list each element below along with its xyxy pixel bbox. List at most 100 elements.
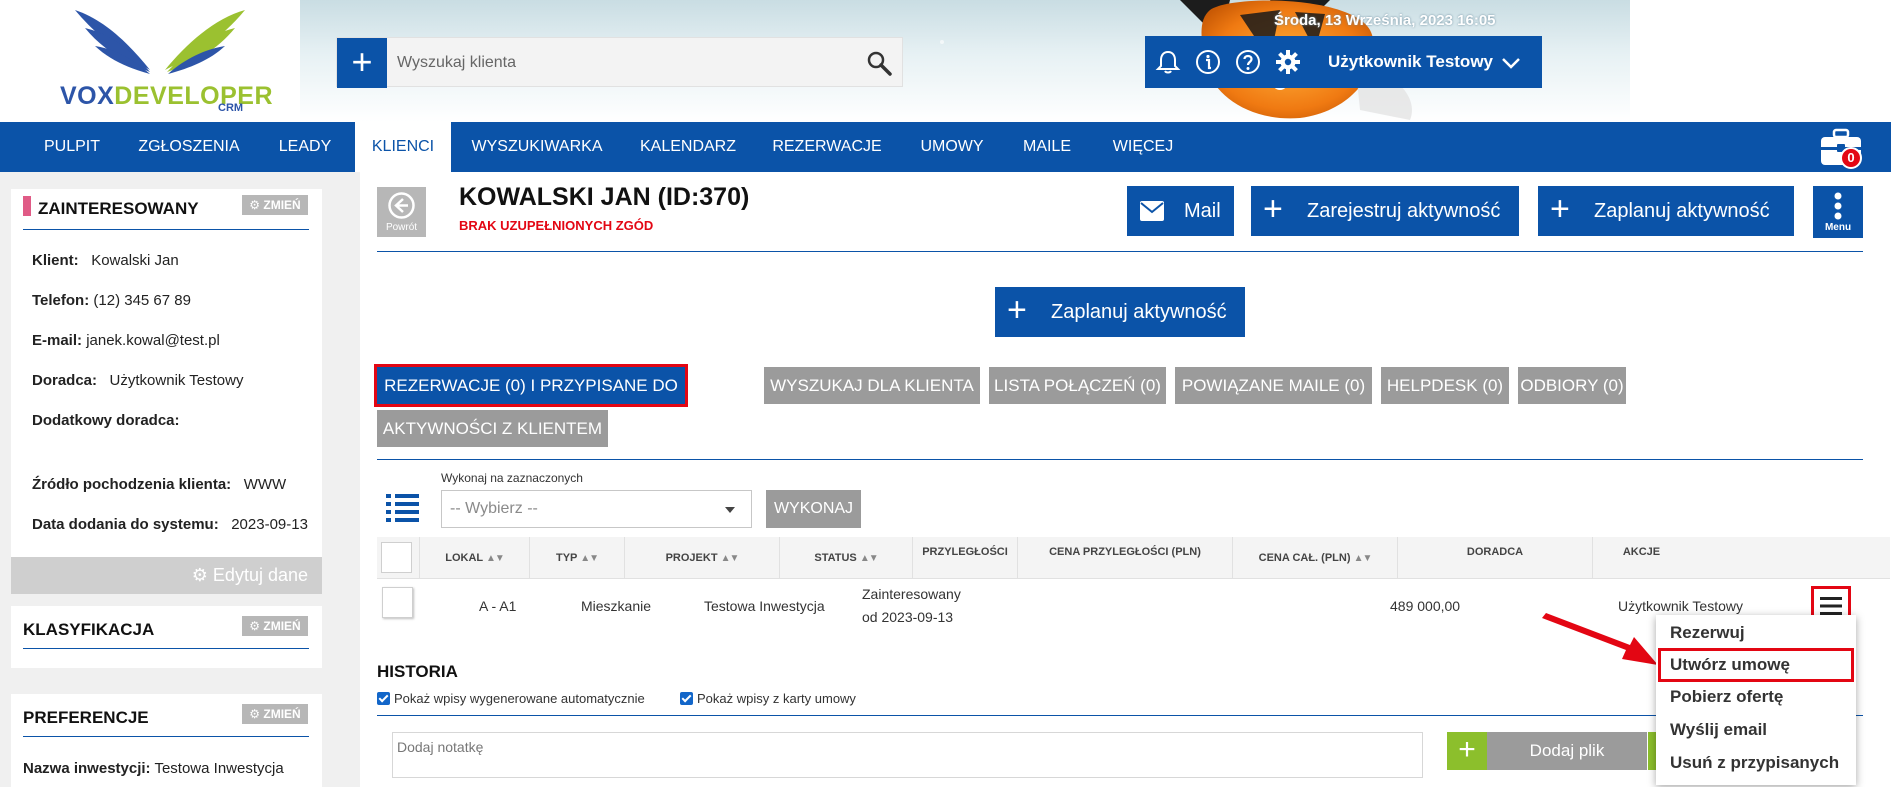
search-box: + bbox=[336, 37, 903, 88]
classification-change-button[interactable]: ⚙ ZMIEŃ bbox=[242, 616, 308, 636]
menu-item-send-email[interactable]: Wyślij email bbox=[1670, 720, 1767, 740]
cell-lokal[interactable]: A - A1 bbox=[479, 598, 516, 614]
search-icon[interactable] bbox=[866, 50, 892, 76]
menu-button[interactable]: Menu bbox=[1813, 186, 1863, 238]
divider bbox=[23, 736, 309, 737]
divider bbox=[377, 715, 1863, 716]
mail-label: Mail bbox=[1184, 200, 1221, 222]
bell-icon[interactable] bbox=[1155, 49, 1181, 75]
col-cena-przyleglosci: CENA PRZYLEGŁOŚCI (PLN) bbox=[1017, 537, 1232, 579]
col-label: TYP bbox=[555, 552, 578, 564]
crm-page: VOXDEVELOPER CRM + Środa, 13 Września, 2… bbox=[0, 0, 1891, 787]
help-icon[interactable] bbox=[1235, 49, 1261, 75]
checkbox-checked-icon bbox=[377, 692, 390, 705]
nav-item-kalendarz[interactable]: KALENDARZ bbox=[628, 122, 748, 172]
sort-icon: ▲▼ bbox=[720, 553, 740, 564]
info-icon[interactable] bbox=[1195, 49, 1221, 75]
checkbox-contract-entries[interactable]: Pokaż wpisy z karty umowy bbox=[680, 691, 856, 706]
user-name[interactable]: Użytkownik Testowy bbox=[1328, 52, 1493, 72]
tab-search-for-client[interactable]: WYSZUKAJ DLA KLIENTA bbox=[764, 367, 980, 404]
col-lokal[interactable]: LOKAL ▲▼ bbox=[419, 537, 529, 579]
chevron-down-icon[interactable] bbox=[1500, 52, 1522, 74]
col-akcje: AKCJE bbox=[1592, 537, 1690, 579]
execute-button[interactable]: WYKONAJ bbox=[766, 490, 861, 528]
edit-data-label: Edytuj dane bbox=[212, 565, 308, 585]
select-all-checkbox[interactable] bbox=[381, 542, 412, 573]
note-input[interactable]: Dodaj notatkę bbox=[392, 732, 1423, 778]
menu-item-reserve[interactable]: Rezerwuj bbox=[1670, 623, 1745, 643]
tab-helpdesk[interactable]: HELPDESK (0) bbox=[1381, 367, 1509, 404]
nav-item-maile[interactable]: MAILE bbox=[1012, 122, 1082, 172]
annotation-arrow-icon bbox=[1542, 613, 1658, 665]
tab-related-mails[interactable]: POWIĄZANE MAILE (0) bbox=[1175, 367, 1372, 404]
nav-item-wyszukiwarka[interactable]: WYSZUKIWARKA bbox=[462, 122, 612, 172]
consent-warning: BRAK UZUPEŁNIONYCH ZGÓD bbox=[459, 218, 654, 233]
field-phone: Telefon: (12) 345 67 89 bbox=[32, 292, 191, 309]
field-value: 2023-09-13 bbox=[231, 516, 308, 533]
plan-activity-center-button[interactable]: + Zaplanuj aktywność bbox=[995, 287, 1245, 337]
nav-item-leady[interactable]: LEADY bbox=[262, 122, 348, 172]
gear-icon[interactable] bbox=[1275, 49, 1301, 75]
nav-item-pulpit[interactable]: PULPIT bbox=[28, 122, 116, 172]
tab-reservations[interactable]: REZERWACJE (0) I PRZYPISANE DO KLIENTA bbox=[374, 364, 688, 432]
preferences-card: PREFERENCJE ⚙ ZMIEŃ Nazwa inwestycji: Te… bbox=[11, 694, 322, 787]
plus-icon: + bbox=[1263, 190, 1283, 228]
client-title: KOWALSKI JAN (ID:370) bbox=[459, 183, 750, 211]
back-button[interactable]: Powrót bbox=[377, 187, 426, 237]
preferences-title: PREFERENCJE bbox=[23, 708, 149, 727]
field-value: (12) 345 67 89 bbox=[93, 292, 191, 309]
field-label: Telefon: bbox=[32, 292, 90, 309]
nav-item-wiecej[interactable]: WIĘCEJ bbox=[1098, 122, 1188, 172]
col-cena-cal[interactable]: CENA CAŁ. (PLN) ▲▼ bbox=[1232, 537, 1397, 579]
col-typ[interactable]: TYP ▲▼ bbox=[529, 537, 624, 579]
add-file-label: Dodaj plik bbox=[1529, 741, 1605, 760]
classification-card: KLASYFIKACJA ⚙ ZMIEŃ bbox=[11, 606, 322, 668]
field-label: Nazwa inwestycji: bbox=[23, 760, 151, 777]
logo-developer: DEVELOPER bbox=[114, 82, 273, 110]
classification-title: KLASYFIKACJA bbox=[23, 620, 155, 639]
caret-down-icon bbox=[725, 507, 735, 513]
register-activity-button[interactable]: + Zarejestruj aktywność bbox=[1251, 186, 1519, 236]
plus-icon: + bbox=[1447, 732, 1487, 770]
add-client-button[interactable]: + bbox=[337, 38, 387, 88]
preferences-change-button[interactable]: ⚙ ZMIEŃ bbox=[242, 704, 308, 724]
row-actions-dropdown: Rezerwuj Utwórz umowę Pobierz ofertę Wyś… bbox=[1656, 615, 1856, 785]
sort-icon: ▲▼ bbox=[1353, 553, 1373, 564]
status-change-button[interactable]: ⚙ ZMIEŃ bbox=[242, 195, 308, 215]
col-projekt[interactable]: PROJEKT ▲▼ bbox=[624, 537, 779, 579]
col-status[interactable]: STATUS ▲▼ bbox=[779, 537, 912, 579]
history-title: HISTORIA bbox=[377, 662, 458, 681]
plan-activity-button[interactable]: + Zaplanuj aktywność bbox=[1538, 186, 1794, 236]
row-checkbox[interactable] bbox=[382, 587, 413, 618]
tab-call-list[interactable]: LISTA POŁĄCZEŃ (0) bbox=[989, 367, 1166, 404]
plus-icon: + bbox=[1550, 190, 1570, 228]
mail-button[interactable]: Mail bbox=[1127, 186, 1234, 236]
checkbox-auto-label: Pokaż wpisy wygenerowane automatycznie bbox=[394, 691, 645, 706]
checkbox-auto-entries[interactable]: Pokaż wpisy wygenerowane automatycznie bbox=[377, 691, 645, 706]
menu-item-remove-assigned[interactable]: Usuń z przypisanych bbox=[1670, 753, 1839, 773]
nav-item-umowy[interactable]: UMOWY bbox=[908, 122, 996, 172]
nav-item-klienci[interactable]: KLIENCI bbox=[355, 122, 451, 172]
search-input[interactable] bbox=[397, 38, 837, 88]
col-przyleglosci: PRZYLEGŁOŚCI bbox=[912, 537, 1017, 579]
bulk-action-select[interactable]: -- Wybierz -- bbox=[441, 490, 752, 528]
col-label: LOKAL bbox=[445, 552, 483, 564]
nav-item-zgloszenia[interactable]: ZGŁOSZENIA bbox=[124, 122, 254, 172]
checkbox-contract-label: Pokaż wpisy z karty umowy bbox=[697, 691, 856, 706]
edit-data-button[interactable]: ⚙ Edytuj dane bbox=[11, 557, 322, 594]
sort-icon: ▲▼ bbox=[485, 553, 505, 564]
bulk-action-value: -- Wybierz -- bbox=[450, 500, 538, 517]
field-label: Źródło pochodzenia klienta: bbox=[32, 476, 232, 493]
tab-client-activities[interactable]: AKTYWNOŚCI Z KLIENTEM bbox=[377, 410, 608, 447]
menu-item-create-contract[interactable]: Utwórz umowę bbox=[1670, 655, 1790, 675]
list-icon[interactable] bbox=[386, 491, 420, 523]
tab-receptions[interactable]: ODBIORY (0) bbox=[1518, 367, 1626, 404]
divider bbox=[377, 251, 1863, 252]
add-file-button[interactable]: + Dodaj plik bbox=[1447, 732, 1647, 770]
col-label: STATUS bbox=[814, 552, 857, 564]
field-label: Klient: bbox=[32, 252, 79, 269]
field-label: E-mail: bbox=[32, 332, 83, 349]
checkbox-checked-icon bbox=[680, 692, 693, 705]
menu-item-download-offer[interactable]: Pobierz ofertę bbox=[1670, 687, 1783, 707]
nav-item-rezerwacje[interactable]: REZERWACJE bbox=[762, 122, 892, 172]
